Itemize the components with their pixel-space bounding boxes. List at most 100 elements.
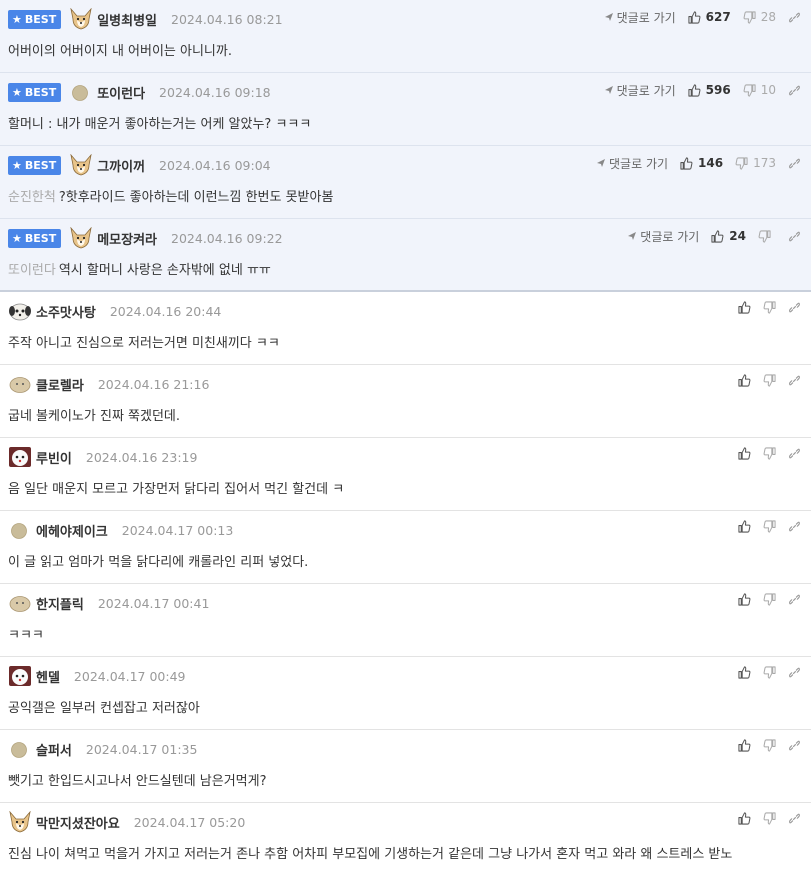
dislike-count: 173 — [753, 156, 776, 170]
comment-header: ★ BEST 일병최병일 2024.04.16 08:21 — [8, 7, 283, 30]
dislike-button[interactable] — [763, 738, 776, 752]
dislike-button[interactable] — [763, 592, 776, 606]
goto-comment-link[interactable]: 댓글로 가기 — [627, 228, 699, 245]
nickname[interactable]: 소주맛사탕 — [36, 302, 96, 321]
nickname[interactable]: 또이런다 — [97, 83, 145, 102]
comment-body: 진심 나이 쳐먹고 먹을거 가지고 저러는거 존나 추함 어차피 부모집에 기생… — [8, 847, 733, 862]
like-button[interactable]: 627 — [688, 10, 731, 24]
comment-header: 막만지셨잔아요 2024.04.17 05:20 — [8, 810, 245, 833]
dislike-button[interactable] — [758, 229, 776, 243]
link-icon[interactable] — [788, 230, 801, 243]
like-button[interactable]: 146 — [680, 156, 723, 170]
link-icon[interactable] — [788, 812, 801, 825]
best-comment: ★ BEST 그까이꺼 2024.04.16 09:04 순진한척 ?핫후라이드 좋아하는… — [0, 146, 811, 219]
comment-actions — [738, 663, 801, 681]
send-icon — [596, 158, 609, 168]
comment-header: 한지플릭 2024.04.17 00:41 — [8, 592, 209, 614]
thumbs-down-icon — [735, 156, 748, 170]
nickname[interactable]: 헨델 — [36, 667, 60, 686]
dot-icon — [8, 738, 32, 760]
best-label: BEST — [24, 158, 57, 172]
thumbs-down-icon — [763, 811, 776, 825]
like-button[interactable] — [738, 519, 751, 533]
thumbs-up-icon — [711, 229, 724, 243]
dog-icon — [8, 810, 32, 833]
dislike-button[interactable] — [763, 373, 776, 387]
send-icon — [604, 85, 617, 95]
comment-body: 역시 할머니 사랑은 손자밖에 없네 ㅠㅠ — [58, 263, 271, 278]
dislike-button[interactable] — [763, 519, 776, 533]
best-label: BEST — [24, 12, 57, 26]
nickname[interactable]: 에헤야제이크 — [36, 521, 108, 540]
like-button[interactable]: 596 — [688, 83, 731, 97]
dislike-button[interactable] — [763, 300, 776, 314]
like-button[interactable] — [738, 592, 751, 606]
reply-to-nick[interactable]: 순진한척 — [8, 190, 56, 205]
link-icon[interactable] — [788, 84, 801, 97]
link-icon[interactable] — [788, 593, 801, 606]
dislike-button[interactable] — [763, 811, 776, 825]
nickname[interactable]: 막만지셨잔아요 — [36, 813, 120, 832]
comment-text: 공익갤은 일부러 컨셉잡고 저러잖아 — [8, 697, 200, 716]
dislike-button[interactable] — [763, 665, 776, 679]
comment-body: ㅋㅋㅋ — [8, 628, 44, 643]
link-icon[interactable] — [788, 374, 801, 387]
comment-actions: 댓글로 가기 596 10 — [604, 81, 801, 99]
timestamp: 2024.04.16 09:18 — [159, 84, 271, 100]
like-button[interactable] — [738, 300, 751, 314]
nickname[interactable]: 그까이꺼 — [97, 156, 145, 175]
link-icon[interactable] — [788, 520, 801, 533]
puppy-icon — [8, 300, 32, 322]
like-button[interactable]: 24 — [711, 229, 746, 243]
thumbs-up-icon — [738, 592, 751, 606]
best-comment: ★ BEST 메모장켜라 2024.04.16 09:22 또이런다 역시 할머니 사랑은… — [0, 219, 811, 292]
nickname[interactable]: 일병최병일 — [97, 10, 157, 29]
comment-actions — [738, 444, 801, 462]
thumbs-down-icon — [763, 592, 776, 606]
nickname[interactable]: 루빈이 — [36, 448, 72, 467]
comment-body: 이 글 읽고 엄마가 먹을 닭다리에 캐롤라인 리퍼 넣었다. — [8, 555, 309, 570]
dislike-button[interactable]: 28 — [743, 10, 776, 24]
link-icon[interactable] — [788, 301, 801, 314]
comment-header: ★ BEST 그까이꺼 2024.04.16 09:04 — [8, 153, 271, 176]
dog-icon — [69, 7, 93, 30]
send-icon — [627, 231, 640, 241]
dislike-button[interactable]: 10 — [743, 83, 776, 97]
comment-header: ★ BEST 메모장켜라 2024.04.16 09:22 — [8, 226, 283, 249]
link-icon[interactable] — [788, 157, 801, 170]
link-icon[interactable] — [788, 666, 801, 679]
like-button[interactable] — [738, 738, 751, 752]
comment-header: 클로렐라 2024.04.16 21:16 — [8, 373, 209, 395]
comment-body: 할머니 : 내가 매운거 좋아하는거는 어케 알았누? ㅋㅋㅋ — [8, 117, 312, 132]
timestamp: 2024.04.16 09:04 — [159, 157, 271, 173]
link-icon[interactable] — [788, 11, 801, 24]
like-button[interactable] — [738, 373, 751, 387]
comment-header: 루빈이 2024.04.16 23:19 — [8, 446, 197, 468]
nickname[interactable]: 메모장켜라 — [97, 229, 157, 248]
dislike-count: 10 — [760, 83, 776, 97]
comment-body: ?핫후라이드 좋아하는데 이런느낌 한번도 못받아봄 — [58, 190, 334, 205]
link-icon[interactable] — [788, 447, 801, 460]
goto-comment-link[interactable]: 댓글로 가기 — [604, 82, 676, 99]
comment-text: 음 일단 매운지 모르고 가장먼저 닭다리 집어서 먹긴 할건데 ㅋ — [8, 478, 344, 497]
nickname[interactable]: 한지플릭 — [36, 594, 84, 613]
like-count: 24 — [729, 229, 746, 243]
comment-text: 어버이의 어버이지 내 어버이는 아니니까. — [8, 40, 232, 59]
link-icon[interactable] — [788, 739, 801, 752]
timestamp: 2024.04.17 01:35 — [85, 741, 198, 757]
goto-comment-link[interactable]: 댓글로 가기 — [604, 9, 676, 26]
like-button[interactable] — [738, 446, 751, 460]
goto-comment-link[interactable]: 댓글로 가기 — [596, 155, 668, 172]
nickname[interactable]: 슬퍼서 — [36, 740, 72, 759]
reply-to-nick[interactable]: 또이런다 — [8, 263, 56, 278]
like-button[interactable] — [738, 665, 751, 679]
dot-icon — [69, 81, 93, 103]
dislike-button[interactable]: 173 — [735, 156, 776, 170]
like-button[interactable] — [738, 811, 751, 825]
thumbs-down-icon — [763, 738, 776, 752]
nickname[interactable]: 클로렐라 — [36, 375, 84, 394]
comment-body: 공익갤은 일부러 컨셉잡고 저러잖아 — [8, 701, 200, 716]
blob-icon — [8, 592, 32, 614]
thumbs-up-icon — [688, 10, 701, 24]
dislike-button[interactable] — [763, 446, 776, 460]
